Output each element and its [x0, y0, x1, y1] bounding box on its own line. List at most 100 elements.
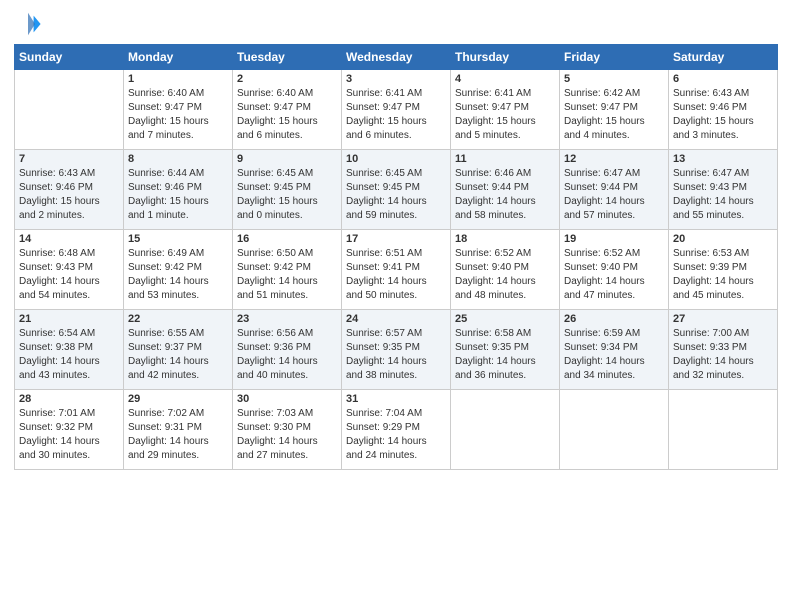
day-cell: 18 Sunrise: 6:52 AM Sunset: 9:40 PM Dayli… [451, 230, 560, 310]
day-number: 30 [237, 393, 337, 405]
day-cell: 25 Sunrise: 6:58 AM Sunset: 9:35 PM Dayli… [451, 310, 560, 390]
day-cell: 22Sunrise: 6:55 AM Sunset: 9:37 PM Dayli… [124, 310, 233, 390]
day-cell: 12 Sunrise: 6:47 AM Sunset: 9:44 PM Dayli… [560, 150, 669, 230]
day-number: 29 [128, 393, 228, 405]
day-info: Sunrise: 6:54 AM Sunset: 9:38 PM Dayligh… [19, 327, 119, 383]
day-number: 4 [455, 73, 555, 85]
day-number: 25 [455, 313, 555, 325]
header-cell-saturday: Saturday [669, 45, 778, 70]
day-cell: 23 Sunrise: 6:56 AM Sunset: 9:36 PM Dayli… [233, 310, 342, 390]
day-cell: 31 Sunrise: 7:04 AM Sunset: 9:29 PM Dayli… [342, 390, 451, 470]
day-info: Sunrise: 6:50 AM Sunset: 9:42 PM Dayligh… [237, 247, 337, 303]
day-number: 27 [673, 313, 773, 325]
header-cell-sunday: Sunday [15, 45, 124, 70]
week-row-4: 21 Sunrise: 6:54 AM Sunset: 9:38 PM Dayli… [15, 310, 778, 390]
day-info: Sunrise: 6:46 AM Sunset: 9:44 PM Dayligh… [455, 167, 555, 223]
day-cell: 14 Sunrise: 6:48 AM Sunset: 9:43 PM Dayli… [15, 230, 124, 310]
day-cell: 8Sunrise: 6:44 AM Sunset: 9:46 PM Daylig… [124, 150, 233, 230]
day-number: 7 [19, 153, 119, 165]
day-number: 3 [346, 73, 446, 85]
day-info: Sunrise: 6:45 AM Sunset: 9:45 PM Dayligh… [346, 167, 446, 223]
day-cell [560, 390, 669, 470]
day-info: Sunrise: 7:00 AM Sunset: 9:33 PM Dayligh… [673, 327, 773, 383]
day-cell: 10 Sunrise: 6:45 AM Sunset: 9:45 PM Dayli… [342, 150, 451, 230]
day-cell: 1 Sunrise: 6:40 AM Sunset: 9:47 PM Daylig… [124, 70, 233, 150]
day-cell: 20 Sunrise: 6:53 AM Sunset: 9:39 PM Dayli… [669, 230, 778, 310]
day-cell: 21 Sunrise: 6:54 AM Sunset: 9:38 PM Dayli… [15, 310, 124, 390]
logo [14, 10, 44, 38]
day-info: Sunrise: 7:03 AM Sunset: 9:30 PM Dayligh… [237, 407, 337, 463]
day-number: 6 [673, 73, 773, 85]
day-info: Sunrise: 6:58 AM Sunset: 9:35 PM Dayligh… [455, 327, 555, 383]
header-cell-wednesday: Wednesday [342, 45, 451, 70]
day-cell: 27 Sunrise: 7:00 AM Sunset: 9:33 PM Dayli… [669, 310, 778, 390]
day-cell: 17 Sunrise: 6:51 AM Sunset: 9:41 PM Dayli… [342, 230, 451, 310]
header-cell-friday: Friday [560, 45, 669, 70]
day-cell: 2 Sunrise: 6:40 AM Sunset: 9:47 PM Daylig… [233, 70, 342, 150]
day-info: Sunrise: 6:47 AM Sunset: 9:43 PM Dayligh… [673, 167, 773, 223]
day-info: Sunrise: 6:55 AM Sunset: 9:37 PM Dayligh… [128, 327, 228, 383]
day-number: 15 [128, 233, 228, 245]
header-cell-tuesday: Tuesday [233, 45, 342, 70]
day-info: Sunrise: 6:57 AM Sunset: 9:35 PM Dayligh… [346, 327, 446, 383]
week-row-2: 7 Sunrise: 6:43 AM Sunset: 9:46 PM Daylig… [15, 150, 778, 230]
day-info: Sunrise: 7:02 AM Sunset: 9:31 PM Dayligh… [128, 407, 228, 463]
day-info: Sunrise: 6:43 AM Sunset: 9:46 PM Dayligh… [19, 167, 119, 223]
day-number: 1 [128, 73, 228, 85]
day-info: Sunrise: 6:53 AM Sunset: 9:39 PM Dayligh… [673, 247, 773, 303]
day-cell: 6 Sunrise: 6:43 AM Sunset: 9:46 PM Daylig… [669, 70, 778, 150]
day-cell: 29 Sunrise: 7:02 AM Sunset: 9:31 PM Dayli… [124, 390, 233, 470]
day-number: 31 [346, 393, 446, 405]
header-cell-monday: Monday [124, 45, 233, 70]
day-info: Sunrise: 7:04 AM Sunset: 9:29 PM Dayligh… [346, 407, 446, 463]
day-number: 16 [237, 233, 337, 245]
day-info: Sunrise: 6:41 AM Sunset: 9:47 PM Dayligh… [455, 87, 555, 143]
day-info: Sunrise: 6:52 AM Sunset: 9:40 PM Dayligh… [455, 247, 555, 303]
day-number: 18 [455, 233, 555, 245]
day-info: Sunrise: 6:51 AM Sunset: 9:41 PM Dayligh… [346, 247, 446, 303]
day-cell: 5 Sunrise: 6:42 AM Sunset: 9:47 PM Daylig… [560, 70, 669, 150]
day-number: 2 [237, 73, 337, 85]
day-cell: 7 Sunrise: 6:43 AM Sunset: 9:46 PM Daylig… [15, 150, 124, 230]
day-number: 21 [19, 313, 119, 325]
day-cell: 28Sunrise: 7:01 AM Sunset: 9:32 PM Dayli… [15, 390, 124, 470]
day-number: 11 [455, 153, 555, 165]
day-number: 23 [237, 313, 337, 325]
day-number: 12 [564, 153, 664, 165]
day-info: Sunrise: 6:40 AM Sunset: 9:47 PM Dayligh… [128, 87, 228, 143]
calendar-table: SundayMondayTuesdayWednesdayThursdayFrid… [14, 44, 778, 470]
day-cell: 3 Sunrise: 6:41 AM Sunset: 9:47 PM Daylig… [342, 70, 451, 150]
day-number: 13 [673, 153, 773, 165]
day-cell: 13 Sunrise: 6:47 AM Sunset: 9:43 PM Dayli… [669, 150, 778, 230]
day-cell [451, 390, 560, 470]
week-row-1: 1 Sunrise: 6:40 AM Sunset: 9:47 PM Daylig… [15, 70, 778, 150]
day-info: Sunrise: 6:59 AM Sunset: 9:34 PM Dayligh… [564, 327, 664, 383]
day-info: Sunrise: 6:43 AM Sunset: 9:46 PM Dayligh… [673, 87, 773, 143]
day-number: 17 [346, 233, 446, 245]
day-number: 8 [128, 153, 228, 165]
week-row-5: 28Sunrise: 7:01 AM Sunset: 9:32 PM Dayli… [15, 390, 778, 470]
day-cell: 26 Sunrise: 6:59 AM Sunset: 9:34 PM Dayli… [560, 310, 669, 390]
day-cell: 4 Sunrise: 6:41 AM Sunset: 9:47 PM Daylig… [451, 70, 560, 150]
day-number: 10 [346, 153, 446, 165]
day-cell: 24Sunrise: 6:57 AM Sunset: 9:35 PM Dayli… [342, 310, 451, 390]
day-cell [15, 70, 124, 150]
week-row-3: 14 Sunrise: 6:48 AM Sunset: 9:43 PM Dayli… [15, 230, 778, 310]
day-cell: 16 Sunrise: 6:50 AM Sunset: 9:42 PM Dayli… [233, 230, 342, 310]
header [14, 10, 778, 38]
day-info: Sunrise: 6:40 AM Sunset: 9:47 PM Dayligh… [237, 87, 337, 143]
day-cell [669, 390, 778, 470]
day-info: Sunrise: 7:01 AM Sunset: 9:32 PM Dayligh… [19, 407, 119, 463]
day-info: Sunrise: 6:48 AM Sunset: 9:43 PM Dayligh… [19, 247, 119, 303]
day-info: Sunrise: 6:49 AM Sunset: 9:42 PM Dayligh… [128, 247, 228, 303]
day-info: Sunrise: 6:42 AM Sunset: 9:47 PM Dayligh… [564, 87, 664, 143]
day-cell: 30 Sunrise: 7:03 AM Sunset: 9:30 PM Dayli… [233, 390, 342, 470]
day-number: 20 [673, 233, 773, 245]
day-number: 26 [564, 313, 664, 325]
day-number: 14 [19, 233, 119, 245]
day-info: Sunrise: 6:56 AM Sunset: 9:36 PM Dayligh… [237, 327, 337, 383]
day-info: Sunrise: 6:45 AM Sunset: 9:45 PM Dayligh… [237, 167, 337, 223]
day-info: Sunrise: 6:41 AM Sunset: 9:47 PM Dayligh… [346, 87, 446, 143]
day-info: Sunrise: 6:47 AM Sunset: 9:44 PM Dayligh… [564, 167, 664, 223]
day-number: 5 [564, 73, 664, 85]
